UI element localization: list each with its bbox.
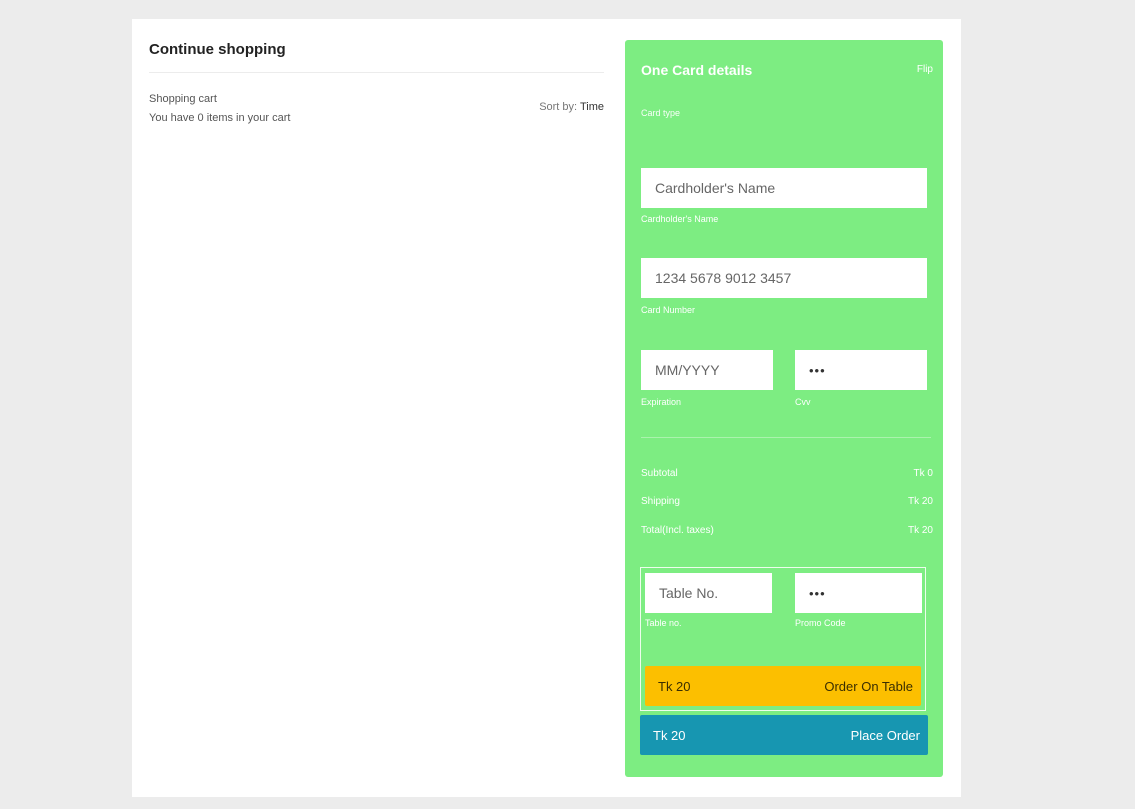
total-value: Tk 20: [907, 525, 933, 536]
cart-header: Shopping cart You have 0 items in your c…: [149, 93, 604, 124]
summary-divider: [641, 437, 931, 438]
sort-value[interactable]: Time: [580, 101, 604, 113]
place-order-label: Place Order: [850, 727, 920, 743]
total-label: Total(Incl. taxes): [641, 525, 714, 536]
order-on-table-label: Order On Table: [824, 678, 913, 694]
cardholder-name-label: Cardholder's Name: [641, 214, 719, 224]
subtotal-value: Tk 0: [913, 468, 933, 479]
card-details-title: One Card details: [641, 62, 753, 78]
sort-label: Sort by:: [539, 101, 578, 113]
total-row: Total(Incl. taxes) Tk 20: [641, 525, 933, 536]
sort-control[interactable]: Sort by: Time: [539, 101, 604, 113]
place-order-price: Tk 20: [653, 727, 686, 743]
table-number-label: Table no.: [645, 618, 682, 628]
cart-section: Continue shopping Shopping cart You have…: [149, 41, 604, 124]
shipping-row: Shipping Tk 20: [641, 496, 933, 507]
page-container: Continue shopping Shopping cart You have…: [132, 19, 961, 797]
cvv-label: Cvv: [795, 397, 811, 407]
card-number-input[interactable]: 1234 5678 9012 3457: [641, 258, 927, 298]
expiration-label: Expiration: [641, 397, 682, 407]
cvv-input[interactable]: •••: [795, 350, 927, 390]
shipping-value: Tk 20: [907, 496, 933, 507]
promo-code-label: Promo Code: [795, 618, 846, 628]
cart-title: Shopping cart: [149, 93, 217, 105]
card-type-label: Card type: [641, 108, 681, 118]
place-order-button[interactable]: Tk 20 Place Order: [640, 715, 928, 755]
cart-count: You have 0 items in your cart: [149, 112, 291, 124]
subtotal-label: Subtotal: [641, 468, 678, 479]
order-on-table-price: Tk 20: [658, 678, 691, 694]
order-on-table-button[interactable]: Tk 20 Order On Table: [645, 666, 921, 706]
card-details-panel: One Card details Flip Card type Cardhold…: [625, 40, 943, 777]
flip-link[interactable]: Flip: [917, 64, 933, 75]
table-order-box: Table No. Table no. ••• Promo Code Tk 20…: [640, 567, 926, 711]
card-number-label: Card Number: [641, 305, 696, 315]
continue-shopping-link[interactable]: Continue shopping: [149, 41, 604, 73]
shipping-label: Shipping: [641, 496, 680, 507]
cardholder-name-input[interactable]: Cardholder's Name: [641, 168, 927, 208]
expiration-input[interactable]: MM/YYYY: [641, 350, 773, 390]
subtotal-row: Subtotal Tk 0: [641, 468, 933, 479]
promo-code-input[interactable]: •••: [795, 573, 922, 613]
table-number-input[interactable]: Table No.: [645, 573, 772, 613]
